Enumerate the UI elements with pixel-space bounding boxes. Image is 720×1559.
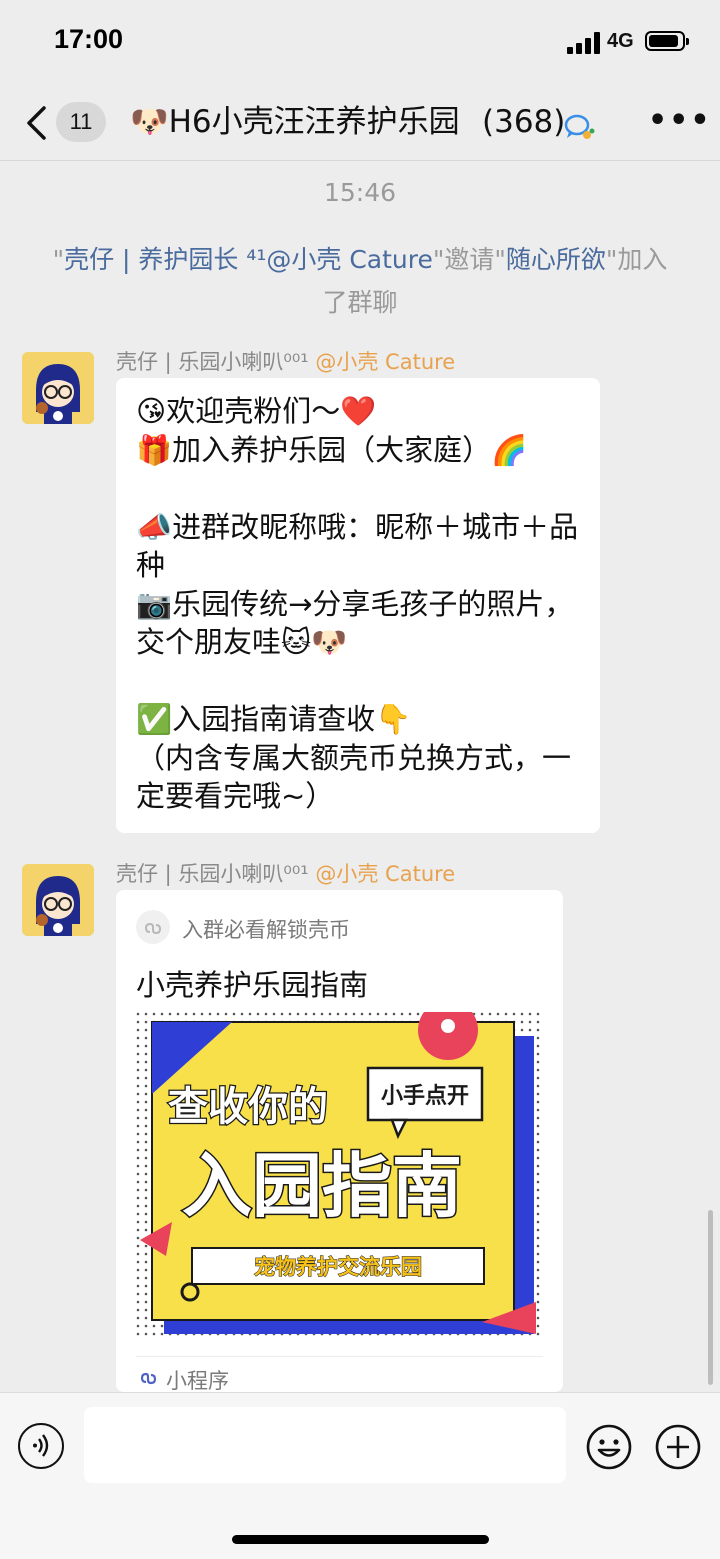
poster-tag: 小手点开: [381, 1083, 469, 1109]
signal-icon: [567, 32, 601, 54]
poster-line2: 入园指南: [182, 1145, 462, 1227]
voice-icon: [33, 1434, 49, 1457]
avatar[interactable]: [22, 864, 94, 936]
sender-at: @小壳 Cature: [315, 862, 456, 886]
chat-header: 11 🐶H6小壳汪汪养护乐园… (368) •••: [0, 86, 720, 161]
invitee-link[interactable]: 随心所欲: [506, 245, 606, 274]
network-type: 4G: [607, 30, 634, 52]
group-title[interactable]: 🐶H6小壳汪汪养护乐园…: [130, 102, 460, 142]
quote-mark: ": [432, 245, 445, 274]
message-input[interactable]: [84, 1407, 566, 1483]
status-bar: 17:00 4G: [0, 0, 720, 86]
member-count: (368): [482, 104, 566, 140]
card-poster: 查收你的 小手点开 入园指南 宠物养护交流乐园: [136, 1012, 543, 1338]
back-chevron-icon[interactable]: [22, 104, 52, 142]
message-bubble[interactable]: 😘欢迎壳粉们～❤️ 🎁加入养护乐园（大家庭）🌈 📣进群改昵称哦：昵称＋城市＋品种…: [116, 378, 600, 833]
sender-label: 壳仔 | 乐园小喇叭⁰⁰¹ @小壳 Cature: [116, 346, 455, 376]
inviter-link[interactable]: 壳仔 | 养护园长 ⁴¹@小壳 Cature: [64, 245, 433, 274]
sender-name: 壳仔 | 乐园小喇叭⁰⁰¹: [116, 862, 309, 886]
poster-line1: 查收你的: [168, 1084, 328, 1130]
input-bar: [0, 1392, 720, 1559]
avatar-illustration: [22, 864, 94, 936]
mini-program-icon: [140, 1372, 157, 1385]
avatar-illustration: [22, 352, 94, 424]
card-title: 小壳养护乐园指南: [136, 968, 369, 1002]
card-footer: 小程序: [136, 1356, 543, 1392]
system-join-message: "壳仔 | 养护园长 ⁴¹@小壳 Cature"邀请"随心所欲"加入了群聊: [50, 238, 670, 324]
voice-input-button[interactable]: [18, 1423, 64, 1469]
quote-mark: ": [494, 245, 506, 274]
group-title-text: 🐶H6小壳汪汪养护乐园: [130, 104, 460, 140]
sender-at: @小壳 Cature: [315, 350, 456, 374]
quote-mark: ": [52, 245, 65, 274]
message-timestamp: 15:46: [323, 178, 397, 207]
quote-mark: ": [605, 245, 618, 274]
message-text: 😘欢迎壳粉们～❤️ 🎁加入养护乐园（大家庭）🌈 📣进群改昵称哦：昵称＋城市＋品种…: [136, 394, 579, 813]
more-options-icon[interactable]: •••: [648, 106, 710, 140]
sender-name: 壳仔 | 乐园小喇叭⁰⁰¹: [116, 350, 309, 374]
poster-banner: 宠物养护交流乐园: [254, 1255, 422, 1279]
unread-badge[interactable]: 11: [56, 102, 106, 142]
status-time: 17:00: [54, 24, 124, 54]
emoji-icon[interactable]: [585, 1423, 633, 1471]
card-source-label: 入群必看解锁壳币: [182, 918, 350, 942]
sender-label: 壳仔 | 乐园小喇叭⁰⁰¹ @小壳 Cature: [116, 858, 455, 888]
card-footer-label: 小程序: [166, 1369, 229, 1392]
mini-program-logo-icon: [136, 910, 170, 944]
invite-word: 邀请: [444, 245, 495, 274]
add-attachment-icon[interactable]: [654, 1423, 702, 1471]
enterprise-chat-icon: [564, 114, 595, 139]
battery-icon: [645, 31, 689, 51]
mini-program-card[interactable]: 入群必看解锁壳币 小壳养护乐园指南 查收你的 小手点开 入园指南 宠物养护交流乐…: [116, 890, 563, 1392]
home-indicator[interactable]: [232, 1535, 489, 1544]
chat-scrollbar[interactable]: [708, 1210, 713, 1385]
avatar[interactable]: [22, 352, 94, 424]
